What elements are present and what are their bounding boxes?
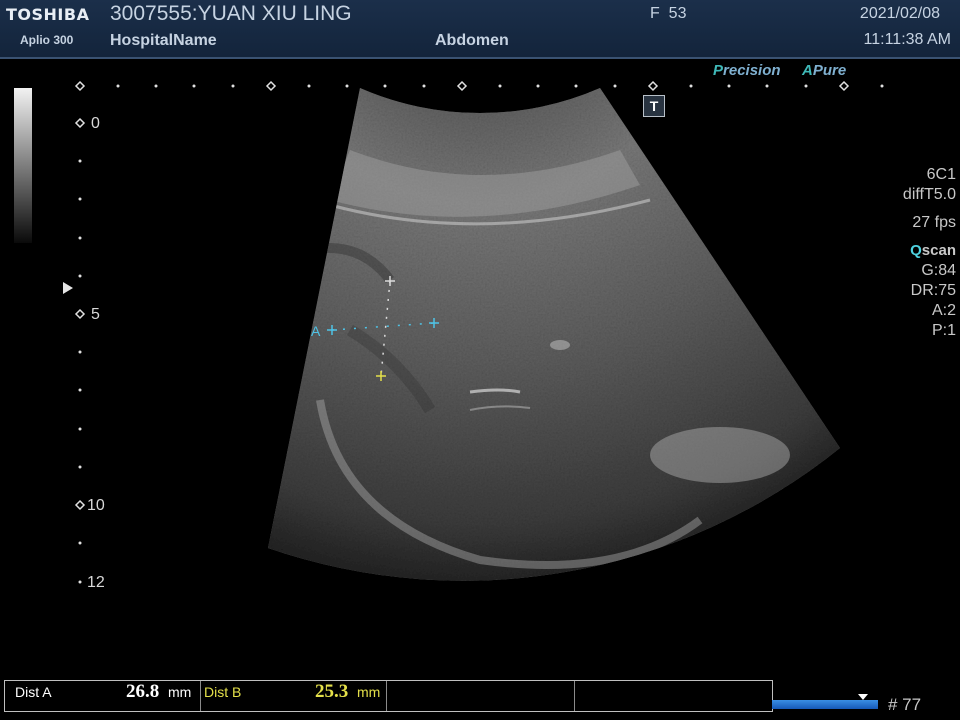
probe-label: 6C1 — [926, 166, 956, 183]
mode-label: diffT5.0 — [902, 186, 956, 203]
depth-label-12: 12 — [87, 574, 105, 591]
measurement-cell-a[interactable]: Dist A 26.8 mm — [5, 681, 201, 711]
qscan-text: scan — [921, 242, 956, 259]
dist-b-unit: mm — [357, 684, 381, 700]
cine-frame-count: # 77 — [888, 695, 922, 714]
cine-progress-bar[interactable] — [772, 700, 878, 709]
dist-b-label: Dist B — [204, 684, 242, 700]
measurement-bar: Dist A 26.8 mm Dist B 25.3 mm — [4, 680, 773, 712]
gain-value: G:84 — [921, 262, 956, 279]
depth-scale — [74, 117, 86, 584]
lateral-scale — [74, 80, 884, 92]
caliper-a-label: A — [311, 323, 321, 339]
frame-rate: 27 fps — [912, 214, 956, 231]
dist-a-value: 26.8 — [126, 681, 160, 702]
measurement-cell-empty-1 — [386, 681, 575, 711]
dist-b-value: 25.3 — [315, 681, 349, 702]
dist-a-unit: mm — [168, 684, 192, 700]
precision-logo: Precision — [713, 62, 781, 79]
qscan-q: Q — [910, 242, 922, 259]
dynamic-range-value: DR:75 — [910, 282, 956, 299]
measurement-cell-empty-2 — [574, 681, 772, 711]
measurement-cell-b[interactable]: Dist B 25.3 mm — [200, 681, 387, 711]
cine-position-marker-icon[interactable] — [858, 694, 868, 700]
dist-a-label: Dist A — [15, 684, 52, 700]
apure-logo-letter: A — [802, 62, 813, 79]
apure-logo-text: Pure — [812, 62, 847, 79]
grayscale-bar — [14, 88, 32, 243]
precision-logo-text: recision — [723, 62, 781, 79]
a-value: A:2 — [931, 302, 956, 319]
depth-label-10: 10 — [87, 497, 105, 514]
precision-logo-letter: P — [713, 62, 724, 79]
p-value: P:1 — [931, 322, 956, 339]
focus-marker-icon[interactable] — [63, 282, 73, 294]
depth-label-5: 5 — [91, 306, 100, 323]
ultrasound-image — [74, 80, 884, 584]
t-marker-icon[interactable]: T — [643, 95, 665, 117]
imaging-parameters: 6C1 diffT5.0 27 fps Qscan G:84 DR:75 A:2… — [866, 165, 956, 341]
qscan-label: Qscan — [866, 241, 956, 261]
depth-label-0: 0 — [91, 115, 100, 132]
sector-scan — [268, 88, 840, 581]
apure-logo: APure — [802, 62, 846, 79]
